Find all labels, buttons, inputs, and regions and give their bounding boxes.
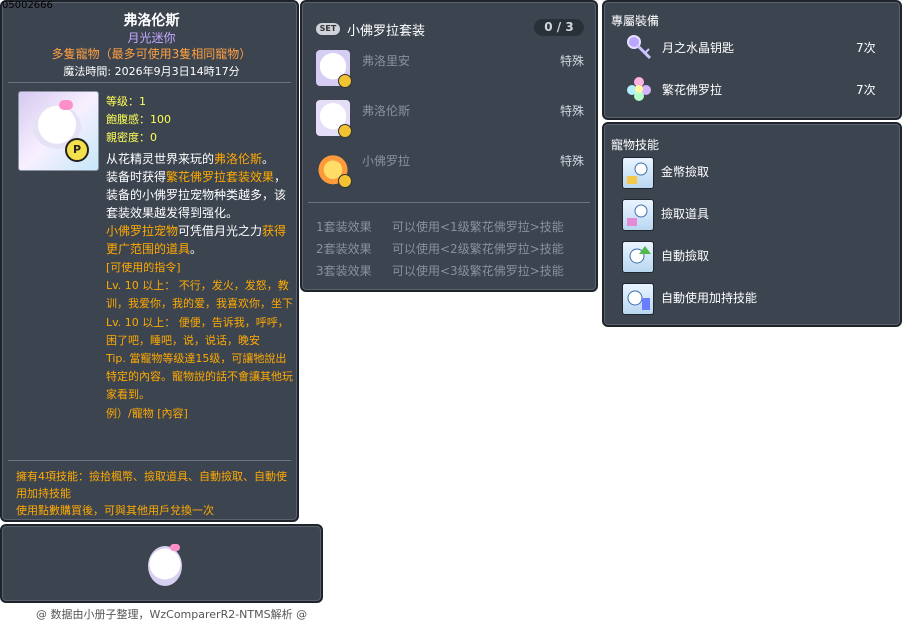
coin-icon <box>338 174 352 188</box>
bow-icon <box>59 100 73 110</box>
set-panel: SET 小佛罗拉套装 0 / 3 弗洛里安 特殊 弗洛伦斯 特殊 小佛罗拉 特殊… <box>300 0 598 292</box>
footer-credit: @ 数据由小册子整理，WzComparerR2-NTMS解析 @ <box>36 608 308 621</box>
pet-title: 弗洛伦斯 <box>123 13 180 29</box>
set-item-name: 弗洛里安 <box>362 54 411 68</box>
trade-line: 使用點數購買後，可與其他用戶兌換一次 <box>16 504 214 517</box>
commands-lv2: Lv. 10 以上： 便便，告诉我，呼呼，困了吧，睡吧，说，说话，晚安 <box>106 315 289 347</box>
pet-sprite-icon <box>148 546 182 586</box>
skill-name: 撿取道具 <box>661 207 710 221</box>
divider <box>308 202 590 203</box>
expire-time: 魔法時間: 2026年9月3日14時17分 <box>63 65 240 78</box>
set-effect-text: 可以使用<1级繁花佛罗拉>技能 <box>392 220 564 234</box>
set-item-icon[interactable] <box>316 150 352 188</box>
pet-tooltip-panel: 弗洛伦斯 月光迷你 多隻寵物（最多可使用3隻相同寵物） 魔法時間: 2026年9… <box>0 0 299 522</box>
set-effect-text: 可以使用<2级繁花佛罗拉>技能 <box>392 242 564 256</box>
coin-pickup-icon[interactable] <box>622 157 654 189</box>
stat-fullness: 飽腹感：100 <box>106 113 171 126</box>
pet-badge-icon: P <box>65 138 89 162</box>
pet-skills-summary: 擁有4項技能：撿拾楓幣、撿取道具、自動撿取、自動使用加持技能 使用點數購買後，可… <box>16 468 296 519</box>
commands-example: 例）/寵物 [內容] <box>106 406 188 420</box>
commands-tip: Tip. 當寵物等级達15级，可讓牠說出特定的內容。寵物說的話不會讓其他玩家看到… <box>106 352 293 402</box>
equip-title: 專屬裝備 <box>611 14 660 28</box>
divider <box>8 82 291 83</box>
pet-commands: [可使用的指令] Lv. 10 以上： 不行，发火，发怒，教训，我爱你，我的爱，… <box>106 259 296 423</box>
set-title: 小佛罗拉套装 <box>347 24 426 39</box>
coin-icon <box>338 124 352 138</box>
skills-line: 擁有4項技能：撿拾楓幣、撿取道具、自動撿取、自動使用加持技能 <box>16 470 287 500</box>
set-item-name: 小佛罗拉 <box>362 154 411 168</box>
exclusive-equip-panel: 專屬裝備 月之水晶钥匙 7次 繁花佛罗拉 7次 <box>602 0 902 120</box>
stat-level: 等级：1 <box>106 95 146 108</box>
set-item-icon[interactable] <box>316 100 352 138</box>
skill-name: 自動撿取 <box>661 249 710 263</box>
set-effect-label: 2套装效果 <box>316 242 372 256</box>
set-item-type: 特殊 <box>560 154 585 168</box>
divider <box>8 460 291 461</box>
equip-item-count: 7次 <box>856 83 876 97</box>
pet-description: 从花精灵世界来玩的弗洛伦斯。 装备时获得繁花佛罗拉套装效果，装备的小佛罗拉宠物种… <box>106 152 287 256</box>
set-item-icon[interactable] <box>316 50 352 88</box>
item-pickup-icon[interactable] <box>622 199 654 231</box>
auto-pickup-icon[interactable] <box>622 241 654 273</box>
pet-skills-panel: 寵物技能 金幣撿取 撿取道具 自動撿取 自動使用加持技能 <box>602 122 902 327</box>
equip-item-name: 月之水晶钥匙 <box>662 41 735 55</box>
equip-item-name: 繁花佛罗拉 <box>662 83 723 97</box>
skills-title: 寵物技能 <box>611 138 660 152</box>
equip-item-count: 7次 <box>856 41 876 55</box>
commands-lv1: Lv. 10 以上： 不行，发火，发怒，教训，我爱你，我的爱，我喜欢你，坐下 <box>106 279 293 311</box>
pet-subtitle: 月光迷你 <box>127 31 176 45</box>
skill-name: 自動使用加持技能 <box>661 291 758 305</box>
set-badge: SET <box>316 23 340 35</box>
multi-pet-note: 多隻寵物（最多可使用3隻相同寵物） <box>51 47 252 61</box>
set-item-type: 特殊 <box>560 54 585 68</box>
key-icon[interactable] <box>624 32 654 62</box>
auto-buff-icon[interactable] <box>622 283 654 315</box>
commands-header: [可使用的指令] <box>106 261 181 274</box>
stat-closeness: 親密度：0 <box>106 131 157 144</box>
set-item-type: 特殊 <box>560 104 585 118</box>
flower-icon[interactable] <box>624 74 654 104</box>
item-id: 05002666 <box>2 0 53 11</box>
set-effect-label: 3套装效果 <box>316 264 372 278</box>
set-effect-text: 可以使用<3级繁花佛罗拉>技能 <box>392 264 564 278</box>
pet-preview-panel <box>0 524 323 603</box>
pet-icon: P <box>18 91 99 171</box>
bow-icon <box>170 544 180 551</box>
set-count: 0 / 3 <box>534 19 584 36</box>
skill-name: 金幣撿取 <box>661 165 710 179</box>
coin-icon <box>338 74 352 88</box>
set-effect-label: 1套装效果 <box>316 220 372 234</box>
set-item-name: 弗洛伦斯 <box>362 104 411 118</box>
